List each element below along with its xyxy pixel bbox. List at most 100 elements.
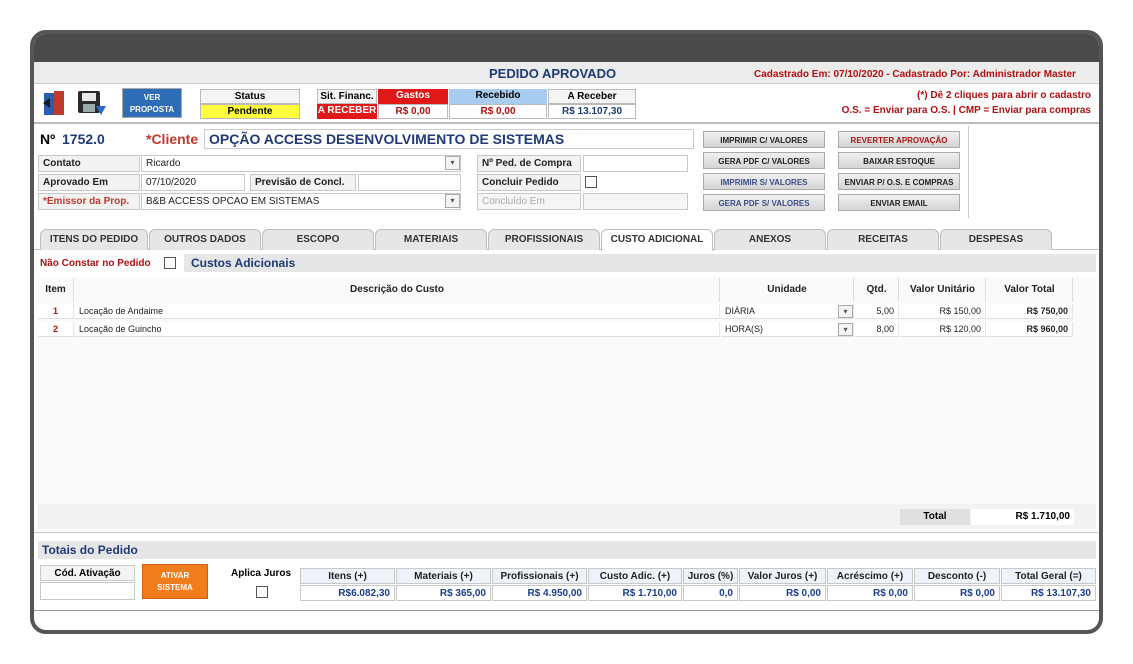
ped-compra-label: Nº Ped. de Compra <box>477 155 581 172</box>
ped-compra-field[interactable] <box>583 155 688 172</box>
header-valor-total: Valor Total <box>987 278 1073 302</box>
tab-receitas[interactable]: RECEITAS <box>827 229 939 250</box>
recebido-label: Recebido <box>449 89 547 104</box>
row-valor-total: R$ 960,00 <box>987 322 1073 337</box>
previsao-label: Previsão de Concl. <box>250 174 356 191</box>
totals-header-bar <box>38 541 1096 559</box>
custo-adic-label: Custo Adic. (+) <box>588 568 682 584</box>
sit-financ-label: Sit. Financ. <box>317 89 377 104</box>
emissor-label: *Emissor da Prop. <box>38 193 140 210</box>
contato-field[interactable]: Ricardo <box>141 155 461 172</box>
row-item: 1 <box>38 304 74 319</box>
aprovado-field[interactable]: 07/10/2020 <box>141 174 245 191</box>
row-valor-total: R$ 750,00 <box>987 304 1073 319</box>
exit-icon[interactable] <box>40 88 70 118</box>
row-descricao[interactable]: Locação de Andaime <box>75 304 720 319</box>
totals-title: Totais do Pedido <box>42 543 138 557</box>
aprovado-label: Aprovado Em <box>38 174 140 191</box>
created-info: Cadastrado Em: 07/10/2020 - Cadastrado P… <box>754 69 1076 80</box>
desconto-label: Desconto (-) <box>914 568 1000 584</box>
row-item: 2 <box>38 322 74 337</box>
baixar-estoque-button[interactable]: BAIXAR ESTOQUE <box>838 152 960 169</box>
header-item: Item <box>38 278 74 302</box>
tab-escopo[interactable]: ESCOPO <box>262 229 374 250</box>
row-valor-unitario[interactable]: R$ 150,00 <box>900 304 986 319</box>
itens-label: Itens (+) <box>300 568 395 584</box>
acrescimo-value[interactable]: R$ 0,00 <box>827 585 913 601</box>
pdf-sem-valores-button[interactable]: GERA PDF S/ VALORES <box>703 194 825 211</box>
row-qtd[interactable]: 8,00 <box>855 322 899 337</box>
tab-custo-adicional[interactable]: CUSTO ADICIONAL <box>601 229 713 251</box>
tab-materiais[interactable]: MATERIAIS <box>375 229 487 250</box>
contato-dropdown-icon[interactable]: ▾ <box>445 156 460 170</box>
save-icon[interactable] <box>76 88 108 118</box>
unidade-dropdown-icon[interactable]: ▾ <box>838 305 853 318</box>
profissionais-value: R$ 4.950,00 <box>492 585 587 601</box>
imprimir-com-valores-button[interactable]: IMPRIMIR C/ VALORES <box>703 131 825 148</box>
concluido-em-value[interactable] <box>583 193 688 210</box>
recebido-value: R$ 0,00 <box>449 104 547 119</box>
a-receber-value: R$ 13.107,30 <box>548 104 636 119</box>
bottom-divider <box>34 610 1099 611</box>
row-unidade[interactable]: DIÁRIA <box>721 304 854 319</box>
order-number-label: Nº <box>40 131 56 147</box>
reverter-aprovacao-button[interactable]: REVERTER APROVAÇÃO <box>838 131 960 148</box>
tab-outros-dados[interactable]: OUTROS DADOS <box>149 229 261 250</box>
tab-despesas[interactable]: DESPESAS <box>940 229 1052 250</box>
contato-label: Contato <box>38 155 140 172</box>
nao-constar-label: Não Constar no Pedido <box>40 258 151 269</box>
header-unidade: Unidade <box>721 278 854 302</box>
total-geral-value: R$ 13.107,30 <box>1001 585 1096 601</box>
gastos-value: R$ 0,00 <box>378 104 448 119</box>
divider <box>34 122 1099 124</box>
row-descricao[interactable]: Locação de Guincho <box>75 322 720 337</box>
row-unidade[interactable]: HORA(S) <box>721 322 854 337</box>
tab-anexos[interactable]: ANEXOS <box>714 229 826 250</box>
valor-juros-value: R$ 0,00 <box>739 585 826 601</box>
materiais-label: Materiais (+) <box>396 568 491 584</box>
total-geral-label: Total Geral (=) <box>1001 568 1096 584</box>
valor-juros-label: Valor Juros (+) <box>739 568 826 584</box>
enviar-os-compras-button[interactable]: ENVIAR P/ O.S. E COMPRAS <box>838 173 960 190</box>
status-badge: Pendente <box>200 104 300 119</box>
header-valor-unitario: Valor Unitário <box>900 278 986 302</box>
hint-os-cmp: O.S. = Enviar para O.S. | CMP = Enviar p… <box>841 105 1091 116</box>
header-qtd: Qtd. <box>855 278 899 302</box>
tab-profissionais[interactable]: PROFISSIONAIS <box>488 229 600 250</box>
aplica-juros-checkbox[interactable] <box>256 586 268 598</box>
title-bar <box>34 34 1099 62</box>
juros-value[interactable]: 0,0 <box>683 585 738 601</box>
emissor-field[interactable]: B&B ACCESS OPCAO EM SISTEMAS <box>141 193 461 210</box>
previsao-field[interactable] <box>358 174 461 191</box>
vertical-divider <box>968 126 969 218</box>
total-value: R$ 1.710,00 <box>971 509 1074 525</box>
enviar-email-button[interactable]: ENVIAR EMAIL <box>838 194 960 211</box>
order-number: 1752.0 <box>62 131 105 147</box>
desconto-value[interactable]: R$ 0,00 <box>914 585 1000 601</box>
sit-financ-value: A RECEBER <box>317 104 377 119</box>
acrescimo-label: Acréscimo (+) <box>827 568 913 584</box>
concluido-em-field[interactable]: Concluído Em <box>477 193 581 210</box>
section-header-bar <box>184 254 1096 272</box>
nao-constar-checkbox[interactable] <box>164 257 176 269</box>
concluir-label: Concluir Pedido <box>477 174 581 191</box>
concluir-checkbox[interactable] <box>585 176 597 188</box>
cod-ativacao-field[interactable] <box>40 582 135 600</box>
row-valor-unitario[interactable]: R$ 120,00 <box>900 322 986 337</box>
unidade-dropdown-icon[interactable]: ▾ <box>838 323 853 336</box>
aplica-juros-label: Aplica Juros <box>230 568 292 579</box>
cod-ativacao-label: Cód. Ativação <box>40 565 135 581</box>
profissionais-label: Profissionais (+) <box>492 568 587 584</box>
emissor-dropdown-icon[interactable]: ▾ <box>445 194 460 208</box>
cliente-field[interactable]: OPÇÃO ACCESS DESENVOLVIMENTO DE SISTEMAS <box>204 129 694 149</box>
ver-proposta-button[interactable]: VER PROPOSTA <box>122 88 182 118</box>
row-qtd[interactable]: 5,00 <box>855 304 899 319</box>
pdf-com-valores-button[interactable]: GERA PDF C/ VALORES <box>703 152 825 169</box>
header-descricao: Descrição do Custo <box>75 278 720 302</box>
imprimir-sem-valores-button[interactable]: IMPRIMIR S/ VALORES <box>703 173 825 190</box>
app-window: PEDIDO APROVADO Cadastrado Em: 07/10/202… <box>30 30 1103 634</box>
custo-adic-value: R$ 1.710,00 <box>588 585 682 601</box>
ativar-sistema-button[interactable]: ATIVAR SISTEMA <box>142 564 208 599</box>
tab-itens-do-pedido[interactable]: ITENS DO PEDIDO <box>40 229 148 250</box>
cliente-label: *Cliente <box>146 131 199 147</box>
